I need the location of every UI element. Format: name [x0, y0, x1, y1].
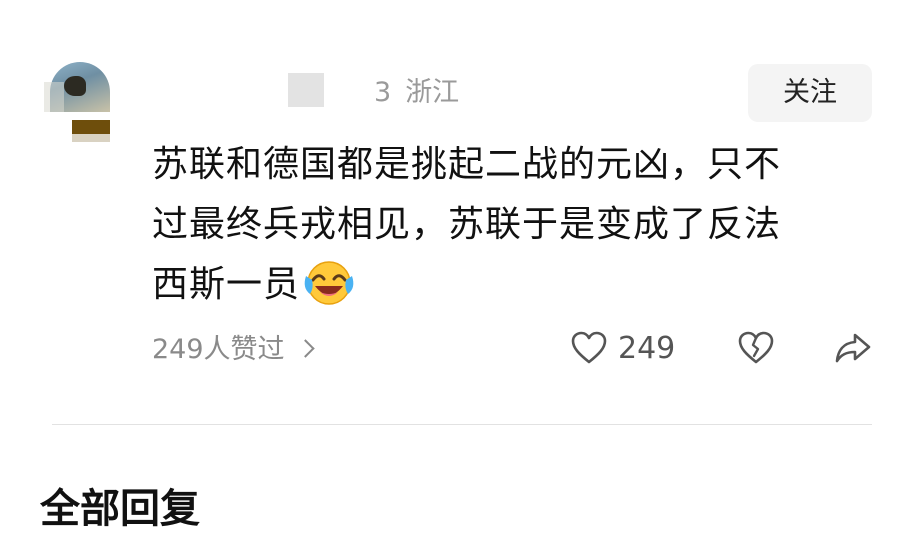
user-level: 3 — [374, 77, 392, 108]
broken-heart-icon — [738, 331, 774, 364]
comment-line: 西斯一员 — [152, 264, 301, 305]
all-replies-heading: 全部回复 — [40, 486, 200, 532]
likes-summary-link[interactable]: 249人赞过 — [152, 333, 315, 367]
user-avatar[interactable] — [44, 62, 110, 142]
share-arrow-icon — [835, 333, 871, 363]
share-button[interactable] — [833, 330, 873, 370]
likes-summary-text: 249人赞过 — [152, 334, 285, 365]
comment-line: 过最终兵戎相见，苏联于是变成了反法 — [152, 204, 782, 245]
user-meta: 3 浙江 — [374, 76, 459, 110]
chevron-right-icon — [295, 339, 315, 358]
dislike-button[interactable] — [737, 330, 775, 370]
follow-button[interactable]: 关注 — [748, 64, 872, 122]
user-location: 浙江 — [405, 77, 460, 108]
laughing-crying-emoji-icon — [304, 261, 354, 305]
divider — [52, 424, 872, 425]
username-redacted[interactable] — [288, 73, 324, 107]
like-count: 249 — [618, 330, 676, 366]
heart-icon — [571, 331, 607, 364]
comment-line: 苏联和德国都是挑起二战的元凶，只不 — [152, 144, 782, 185]
comment-text: 苏联和德国都是挑起二战的元凶，只不 过最终兵戎相见，苏联于是变成了反法 西斯一员 — [152, 135, 872, 315]
comment-line-last: 西斯一员 — [152, 255, 872, 315]
like-button[interactable]: 249 — [570, 330, 675, 370]
